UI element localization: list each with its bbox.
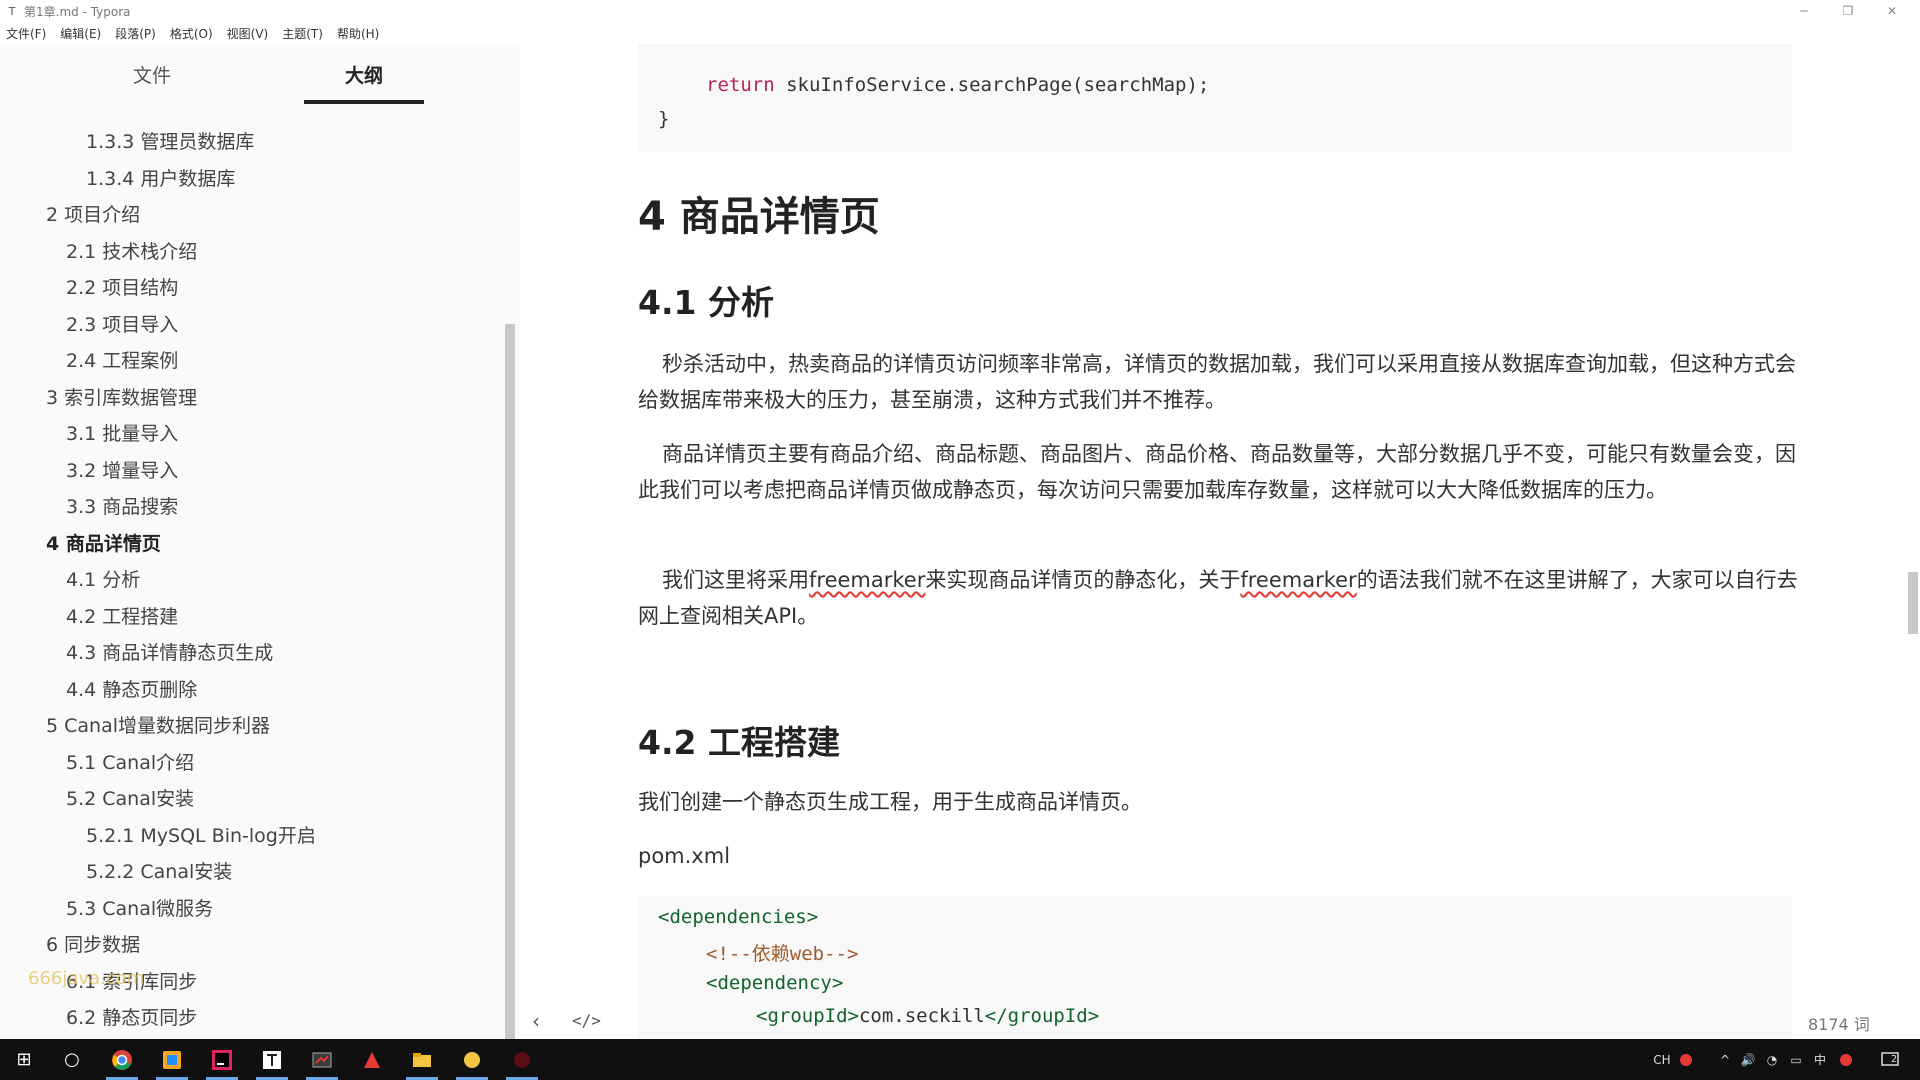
watermark-text: 666java.com <box>28 968 145 989</box>
outline-item[interactable]: 3 索引库数据管理 <box>0 380 500 417</box>
ime-language[interactable]: CH <box>1650 1039 1674 1080</box>
outline-item[interactable]: 2.3 项目导入 <box>0 307 500 344</box>
file-explorer-icon[interactable] <box>400 1039 444 1080</box>
restore-button[interactable]: ❐ <box>1826 0 1870 22</box>
paragraph-pom: pom.xml <box>638 844 731 868</box>
outline-list: 1.3.3 管理员数据库 1.3.4 用户数据库 2 项目介绍 2.1 技术栈介绍 2.… <box>0 124 500 1037</box>
sogou-tray-icon[interactable] <box>1836 1039 1856 1080</box>
outline-item[interactable]: 4.3 商品详情静态页生成 <box>0 635 500 672</box>
heading-analysis: 4.1 分析 <box>638 283 774 322</box>
taskbar: ⊞ ○ CH ^ 🔊 ◔ ▭ 中 2 <box>0 1039 1920 1080</box>
word-count[interactable]: 8174 词 <box>1808 1011 1870 1035</box>
search-icon[interactable]: ○ <box>50 1039 94 1080</box>
menu-format[interactable]: 格式(O) <box>170 25 213 42</box>
paragraph-3-text-c: 来实现商品详情页的静态化，关于 <box>925 568 1241 592</box>
spellcheck-word: freemarker <box>1240 568 1357 592</box>
minimize-button[interactable]: ─ <box>1782 0 1826 22</box>
paragraph-3-text-a: 我们这里将采用 <box>662 568 809 592</box>
chrome-icon[interactable] <box>100 1039 144 1080</box>
tray-overflow-icon[interactable]: ^ <box>1716 1039 1734 1080</box>
outline-item[interactable]: 5 Canal增量数据同步利器 <box>0 708 500 745</box>
sogou-ime-icon[interactable] <box>1676 1039 1696 1080</box>
code-block-top[interactable]: return skuInfoService.searchPage(searchM… <box>638 44 1792 152</box>
outline-item[interactable]: 2.2 项目结构 <box>0 270 500 307</box>
outline-item[interactable]: 5.3 Canal微服务 <box>0 891 500 928</box>
menu-file[interactable]: 文件(F) <box>6 25 46 42</box>
app-yellow-icon[interactable] <box>450 1039 494 1080</box>
editor-content[interactable]: return skuInfoService.searchPage(searchM… <box>520 44 1920 1039</box>
outline-item[interactable]: 1.3.3 管理员数据库 <box>0 124 500 161</box>
title-bar: T 第1章.md - Typora ─ ❐ ✕ <box>0 0 1920 22</box>
outline-item[interactable]: 4.4 静态页删除 <box>0 672 500 709</box>
tab-files[interactable]: 文件 <box>92 60 212 108</box>
content-scrollbar-thumb[interactable] <box>1908 572 1918 634</box>
network-icon[interactable]: ◔ <box>1762 1039 1782 1080</box>
source-mode-button[interactable]: </> <box>572 1011 601 1030</box>
intellij-icon[interactable] <box>200 1039 244 1080</box>
sublime-icon[interactable] <box>150 1039 194 1080</box>
screen-recorder-icon[interactable] <box>300 1039 344 1080</box>
heading-product-detail: 4 商品详情页 <box>638 194 880 240</box>
outline-item[interactable]: 2.4 工程案例 <box>0 343 500 380</box>
notification-icon[interactable]: 2 <box>1874 1039 1904 1080</box>
ime-mode[interactable]: 中 <box>1810 1039 1830 1080</box>
menu-help[interactable]: 帮助(H) <box>337 25 379 42</box>
notification-count: 2 <box>1890 1054 1898 1065</box>
paragraph-4: 我们创建一个静态页生成工程，用于生成商品详情页。 <box>638 790 1142 814</box>
battery-icon[interactable]: ▭ <box>1786 1039 1806 1080</box>
typora-icon[interactable] <box>250 1039 294 1080</box>
typora-app-icon: T <box>8 4 16 18</box>
code-comment: <!--依赖web--> <box>706 943 859 965</box>
heading-project-build: 4.2 工程搭建 <box>638 723 840 762</box>
outline-item[interactable]: 1.3.4 用户数据库 <box>0 161 500 198</box>
outline-item[interactable]: 5.2.2 Canal安装 <box>0 854 500 891</box>
app-dark-red-icon[interactable] <box>500 1039 544 1080</box>
paragraph-3: 我们这里将采用freemarker来实现商品详情页的静态化，关于freemark… <box>638 562 1798 634</box>
outline-item[interactable]: 4 商品详情页 <box>0 526 500 563</box>
start-icon[interactable]: ⊞ <box>2 1039 46 1080</box>
paragraph-1-text: 秒杀活动中，热卖商品的详情页访问频率非常高，详情页的数据加载，我们可以采用直接从… <box>638 352 1796 412</box>
outline-item[interactable]: 5.1 Canal介绍 <box>0 745 500 782</box>
menu-edit[interactable]: 编辑(E) <box>60 25 101 42</box>
outline-item[interactable]: 3.2 增量导入 <box>0 453 500 490</box>
code-line: <dependency> <box>706 972 844 994</box>
spellcheck-word: freemarker <box>809 568 926 592</box>
outline-item[interactable]: 2.1 技术栈介绍 <box>0 234 500 271</box>
menu-theme[interactable]: 主题(T) <box>282 25 323 42</box>
window-title: 第1章.md - Typora <box>24 4 131 19</box>
code-line: } <box>658 108 670 130</box>
code-text: skuInfoService.searchPage(searchMap); <box>774 74 1210 96</box>
volume-icon[interactable]: 🔊 <box>1738 1039 1758 1080</box>
code-line: <dependencies> <box>658 906 819 928</box>
sidebar-tabs: 文件 大纲 <box>0 60 520 108</box>
outline-item[interactable]: 4.1 分析 <box>0 562 500 599</box>
paragraph-2-text: 商品详情页主要有商品介绍、商品标题、商品图片、商品价格、商品数量等，大部分数据几… <box>638 442 1796 502</box>
outline-item[interactable]: 6 同步数据 <box>0 927 500 964</box>
menu-view[interactable]: 视图(V) <box>227 25 269 42</box>
outline-item[interactable]: 2 项目介绍 <box>0 197 500 234</box>
outline-item[interactable]: 3.3 商品搜索 <box>0 489 500 526</box>
paragraph-2: 商品详情页主要有商品介绍、商品标题、商品图片、商品价格、商品数量等，大部分数据几… <box>638 436 1798 508</box>
sidebar-scrollbar-thumb[interactable] <box>505 324 515 1039</box>
code-line: return skuInfoService.searchPage(searchM… <box>706 74 1209 96</box>
code-keyword: return <box>706 74 775 96</box>
outline-item[interactable]: 4.2 工程搭建 <box>0 599 500 636</box>
sidebar: 文件 大纲 1.3.3 管理员数据库 1.3.4 用户数据库 2 项目介绍 2.1 技… <box>0 44 520 1039</box>
app-red-icon[interactable] <box>350 1039 394 1080</box>
paragraph-1: 秒杀活动中，热卖商品的详情页访问频率非常高，详情页的数据加载，我们可以采用直接从… <box>638 346 1798 418</box>
active-tab-indicator <box>304 100 424 104</box>
close-button[interactable]: ✕ <box>1870 0 1914 22</box>
outline-item[interactable]: 3.1 批量导入 <box>0 416 500 453</box>
toggle-sidebar-button[interactable]: ‹ <box>532 1009 540 1033</box>
outline-item[interactable]: 5.2 Canal安装 <box>0 781 500 818</box>
outline-item[interactable]: 5.2.1 MySQL Bin-log开启 <box>0 818 500 855</box>
menu-paragraph[interactable]: 段落(P) <box>115 25 156 42</box>
menu-bar: 文件(F) 编辑(E) 段落(P) 格式(O) 视图(V) 主题(T) 帮助(H… <box>0 22 1920 44</box>
editor-footer: ‹ </> 8174 词 <box>0 1003 1920 1039</box>
